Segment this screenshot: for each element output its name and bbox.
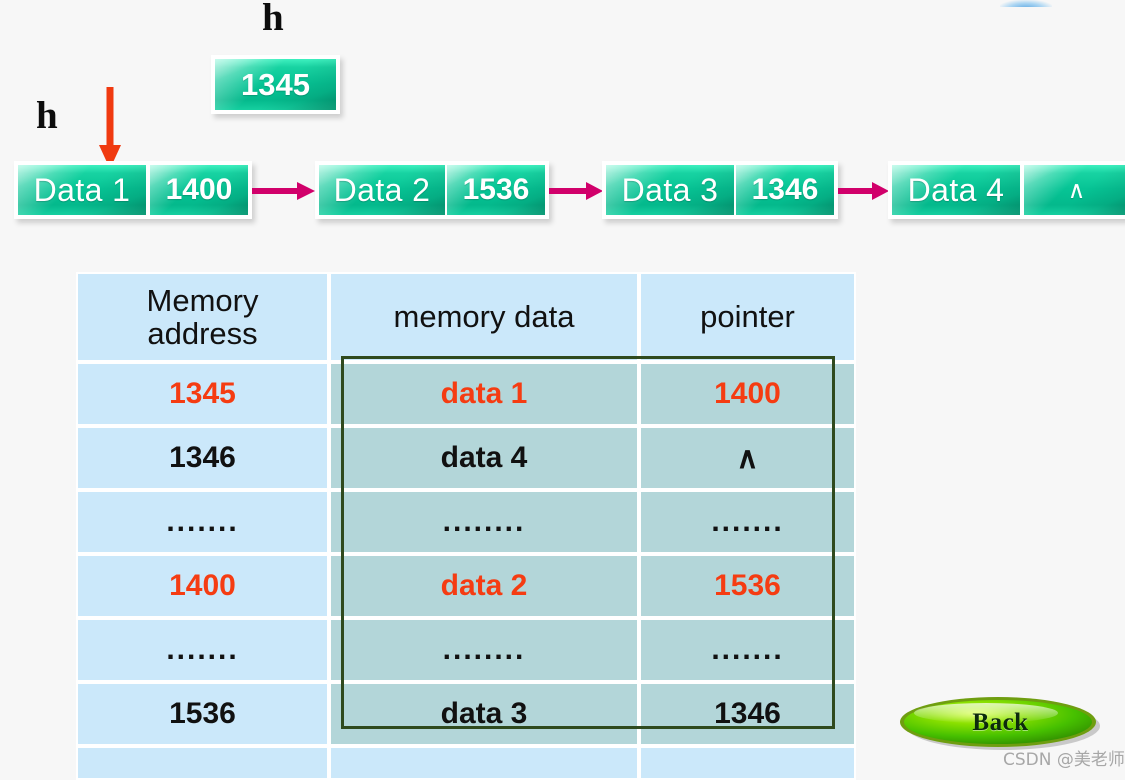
table-row: 1400 data 2 1536 bbox=[76, 554, 856, 618]
list-node-2-pointer: 1536 bbox=[447, 165, 545, 215]
list-node-4-pointer-null: ∧ bbox=[1024, 165, 1125, 215]
cell-pointer: 1536 bbox=[639, 554, 856, 618]
cell-memory-data: data 2 bbox=[329, 554, 639, 618]
list-arrow-2-icon bbox=[549, 182, 603, 200]
list-node-4-data-text: Data 4 bbox=[907, 171, 1005, 208]
cell-memory-data: ........ bbox=[329, 618, 639, 682]
list-node-2-frame: Data 2 1536 bbox=[315, 161, 549, 219]
cell-memory-address: 1345 bbox=[76, 362, 329, 426]
table-row: ....... ........ ....... bbox=[76, 490, 856, 554]
cell-memory-address: 1536 bbox=[76, 682, 329, 746]
list-node-3-data: Data 3 bbox=[606, 165, 734, 215]
table-row: 1345 data 1 1400 bbox=[76, 362, 856, 426]
table-row: ....... ........ ....... bbox=[76, 618, 856, 682]
head-value-box: 1345 bbox=[215, 59, 336, 110]
back-button-label: Back bbox=[972, 709, 1029, 736]
list-node-3-pointer-text: 1346 bbox=[751, 173, 819, 206]
head-pointer-label-top: h bbox=[262, 0, 284, 39]
cell-pointer: 1346 bbox=[639, 682, 856, 746]
table-row: 1536 data 3 1346 bbox=[76, 682, 856, 746]
cell-empty bbox=[329, 746, 639, 780]
cell-empty bbox=[639, 746, 856, 780]
top-blue-sliver-decoration bbox=[1000, 0, 1052, 7]
table-header-pointer: pointer bbox=[639, 272, 856, 362]
cell-pointer-null-caret-icon: ∧ bbox=[639, 426, 856, 490]
back-button[interactable]: Back bbox=[898, 694, 1103, 752]
list-arrow-3-icon bbox=[838, 182, 889, 200]
list-node-2-pointer-text: 1536 bbox=[462, 173, 530, 206]
slide-canvas: h h 1345 Data 1 1400 Data 2 1536 Data 3 … bbox=[0, 0, 1125, 780]
list-node-4-frame: Data 4 ∧ bbox=[888, 161, 1125, 219]
list-node-2-data-text: Data 2 bbox=[333, 171, 431, 208]
list-node-3-frame: Data 3 1346 bbox=[602, 161, 838, 219]
head-down-arrow-icon bbox=[99, 87, 121, 169]
list-node-3-data-text: Data 3 bbox=[621, 171, 719, 208]
cell-memory-address: 1400 bbox=[76, 554, 329, 618]
head-value-box-frame: 1345 bbox=[211, 55, 340, 114]
cell-memory-data: data 1 bbox=[329, 362, 639, 426]
cell-empty bbox=[76, 746, 329, 780]
list-node-1-pointer-text: 1400 bbox=[165, 173, 233, 206]
list-node-1-data: Data 1 bbox=[18, 165, 146, 215]
cell-memory-data: data 3 bbox=[329, 682, 639, 746]
table-row: 1346 data 4 ∧ bbox=[76, 426, 856, 490]
cell-memory-address: ....... bbox=[76, 618, 329, 682]
list-arrow-1-icon bbox=[252, 182, 315, 200]
memory-table: Memory address memory data pointer 1345 … bbox=[76, 272, 856, 780]
table-header-row: Memory address memory data pointer bbox=[76, 272, 856, 362]
cell-memory-data: data 4 bbox=[329, 426, 639, 490]
header-line-1: Memory bbox=[146, 282, 259, 318]
back-button-label-wrap[interactable]: Back bbox=[898, 694, 1103, 752]
cell-pointer: ....... bbox=[639, 618, 856, 682]
header-line-2: address bbox=[147, 316, 258, 351]
head-pointer-label-left: h bbox=[36, 94, 58, 137]
watermark-text: CSDN @美老师 bbox=[1003, 750, 1125, 770]
table-header-memory-address: Memory address bbox=[76, 272, 329, 362]
cell-pointer: 1400 bbox=[639, 362, 856, 426]
list-node-1-pointer: 1400 bbox=[150, 165, 248, 215]
table-row-empty bbox=[76, 746, 856, 780]
list-node-1-data-text: Data 1 bbox=[33, 171, 131, 208]
list-node-2-data: Data 2 bbox=[319, 165, 445, 215]
head-value-text: 1345 bbox=[241, 66, 310, 102]
null-pointer-caret-icon: ∧ bbox=[1067, 176, 1086, 204]
table-header-memory-data: memory data bbox=[329, 272, 639, 362]
cell-memory-data: ........ bbox=[329, 490, 639, 554]
cell-memory-address: 1346 bbox=[76, 426, 329, 490]
cell-pointer: ....... bbox=[639, 490, 856, 554]
list-node-3-pointer: 1346 bbox=[736, 165, 834, 215]
list-node-1-frame: Data 1 1400 bbox=[14, 161, 252, 219]
list-node-4-data: Data 4 bbox=[892, 165, 1020, 215]
cell-memory-address: ....... bbox=[76, 490, 329, 554]
